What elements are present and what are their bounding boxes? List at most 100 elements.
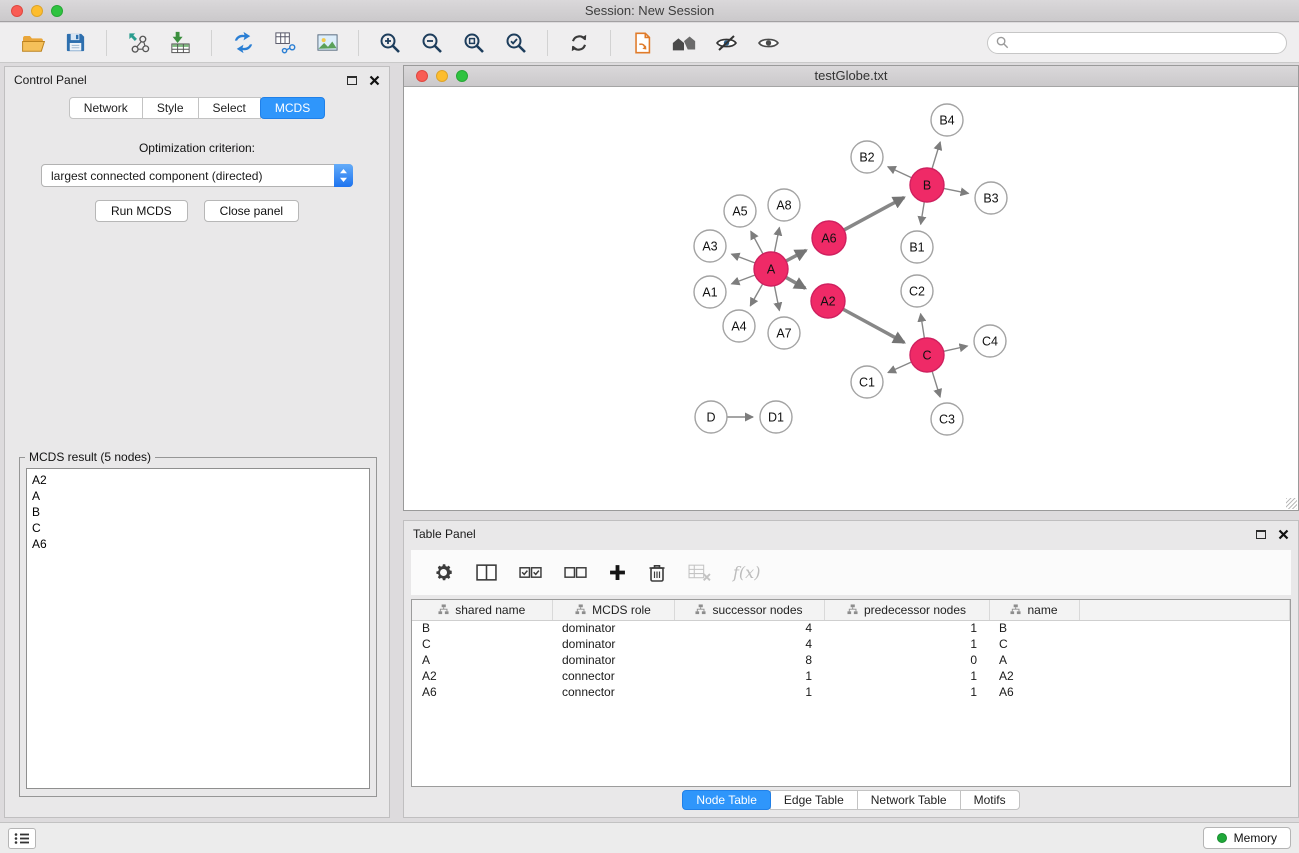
open-document-button[interactable]	[624, 27, 660, 59]
table-cell[interactable]: A2	[989, 668, 1079, 684]
float-panel-icon[interactable]	[347, 76, 357, 85]
network-node-A3[interactable]: A3	[694, 230, 726, 262]
minimize-window-button[interactable]	[31, 5, 43, 17]
network-node-D[interactable]: D	[695, 401, 727, 433]
table-row[interactable]: Cdominator41C	[412, 636, 1290, 652]
network-node-C3[interactable]: C3	[931, 403, 963, 435]
network-edge-B-B2[interactable]	[888, 167, 912, 178]
mcds-result-item[interactable]: A2	[32, 472, 364, 488]
delete-column-button[interactable]	[648, 563, 666, 583]
network-edge-A-A2[interactable]	[786, 277, 806, 288]
memory-button[interactable]: Memory	[1203, 827, 1291, 849]
table-cell[interactable]: C	[412, 636, 552, 652]
select-all-rows-button[interactable]	[519, 566, 542, 580]
tab-network[interactable]: Network	[69, 97, 143, 119]
network-node-A8[interactable]: A8	[768, 189, 800, 221]
tab-style[interactable]: Style	[142, 97, 199, 119]
save-session-button[interactable]	[57, 27, 93, 59]
network-edge-A-A5[interactable]	[751, 231, 763, 254]
resize-grip[interactable]	[1286, 498, 1297, 509]
column-header-name[interactable]: name	[989, 600, 1079, 620]
hide-details-button[interactable]	[708, 27, 744, 59]
network-close-button[interactable]	[416, 70, 428, 82]
network-canvas[interactable]: B4B2BB3A5A8A6A3B1AA1C2A2A4A7CC4C1C3DD1	[404, 87, 1298, 510]
mcds-result-item[interactable]: B	[32, 504, 364, 520]
table-cell[interactable]: 1	[824, 684, 989, 700]
network-edge-A-A8[interactable]	[774, 228, 779, 253]
network-node-C[interactable]: C	[910, 338, 944, 372]
task-history-button[interactable]	[8, 828, 36, 849]
table-cell[interactable]: A	[989, 652, 1079, 668]
zoom-fit-button[interactable]	[456, 27, 492, 59]
network-node-C1[interactable]: C1	[851, 366, 883, 398]
network-edge-C-C4[interactable]	[944, 346, 968, 351]
network-node-B[interactable]: B	[910, 168, 944, 202]
import-table-button[interactable]	[162, 27, 198, 59]
import-network-button[interactable]	[120, 27, 156, 59]
table-cell[interactable]: dominator	[552, 652, 674, 668]
table-cell[interactable]: A	[412, 652, 552, 668]
network-edge-A-A7[interactable]	[774, 286, 779, 311]
network-edge-A2-C[interactable]	[843, 309, 904, 342]
network-edge-C-C3[interactable]	[932, 371, 940, 397]
table-cell[interactable]: 1	[824, 668, 989, 684]
network-minimize-button[interactable]	[436, 70, 448, 82]
column-header-shared-name[interactable]: shared name	[412, 600, 552, 620]
deselect-all-rows-button[interactable]	[564, 566, 587, 580]
network-node-B1[interactable]: B1	[901, 231, 933, 263]
network-edge-A-A6[interactable]	[786, 250, 806, 261]
table-cell[interactable]: 4	[674, 620, 824, 636]
search-input[interactable]	[987, 32, 1287, 54]
column-header-mcds-role[interactable]: MCDS role	[552, 600, 674, 620]
table-cell[interactable]: C	[989, 636, 1079, 652]
network-edge-A-A1[interactable]	[732, 275, 756, 284]
float-table-panel-icon[interactable]	[1256, 530, 1266, 539]
home-button[interactable]	[666, 27, 702, 59]
network-edge-B-B3[interactable]	[944, 188, 969, 193]
mcds-result-item[interactable]: A	[32, 488, 364, 504]
network-edge-B-B4[interactable]	[932, 142, 940, 169]
open-file-button[interactable]	[15, 27, 51, 59]
mcds-result-item[interactable]: C	[32, 520, 364, 536]
refresh-button[interactable]	[561, 27, 597, 59]
delete-table-button[interactable]	[688, 564, 711, 581]
zoom-out-button[interactable]	[414, 27, 450, 59]
table-cell[interactable]: dominator	[552, 620, 674, 636]
tab-select[interactable]: Select	[198, 97, 261, 119]
zoom-selected-button[interactable]	[498, 27, 534, 59]
network-node-B4[interactable]: B4	[931, 104, 963, 136]
network-node-A5[interactable]: A5	[724, 195, 756, 227]
column-header-predecessor-nodes[interactable]: predecessor nodes	[824, 600, 989, 620]
table-cell[interactable]: 4	[674, 636, 824, 652]
table-row[interactable]: A6connector11A6	[412, 684, 1290, 700]
table-row[interactable]: Adominator80A	[412, 652, 1290, 668]
mcds-result-list[interactable]: A2ABCA6	[26, 468, 370, 789]
network-node-C2[interactable]: C2	[901, 275, 933, 307]
network-node-A6[interactable]: A6	[812, 221, 846, 255]
network-node-B2[interactable]: B2	[851, 141, 883, 173]
network-node-C4[interactable]: C4	[974, 325, 1006, 357]
network-edge-B-B1[interactable]	[921, 202, 925, 225]
table-cell[interactable]: A2	[412, 668, 552, 684]
table-cell[interactable]: 1	[674, 668, 824, 684]
tab-mcds[interactable]: MCDS	[260, 97, 325, 119]
table-settings-button[interactable]	[433, 562, 454, 583]
network-node-D1[interactable]: D1	[760, 401, 792, 433]
network-edge-A-A4[interactable]	[750, 284, 762, 306]
network-node-A1[interactable]: A1	[694, 276, 726, 308]
close-panel-button[interactable]: Close panel	[204, 200, 299, 222]
function-builder-button[interactable]: f(x)	[733, 563, 760, 582]
network-edge-A6-B[interactable]	[844, 197, 904, 230]
close-panel-icon[interactable]	[369, 75, 380, 86]
tab-node-table[interactable]: Node Table	[682, 790, 771, 810]
network-node-A[interactable]: A	[754, 252, 788, 286]
network-edge-C-C1[interactable]	[888, 362, 912, 373]
table-cell[interactable]: 1	[674, 684, 824, 700]
tab-edge-table[interactable]: Edge Table	[770, 790, 858, 810]
tab-motifs[interactable]: Motifs	[960, 790, 1020, 810]
show-column-button[interactable]	[476, 564, 497, 581]
table-cell[interactable]: dominator	[552, 636, 674, 652]
table-cell[interactable]: B	[989, 620, 1079, 636]
network-edge-C-C2[interactable]	[921, 314, 925, 339]
criterion-dropdown[interactable]: largest connected component (directed)	[41, 164, 353, 187]
